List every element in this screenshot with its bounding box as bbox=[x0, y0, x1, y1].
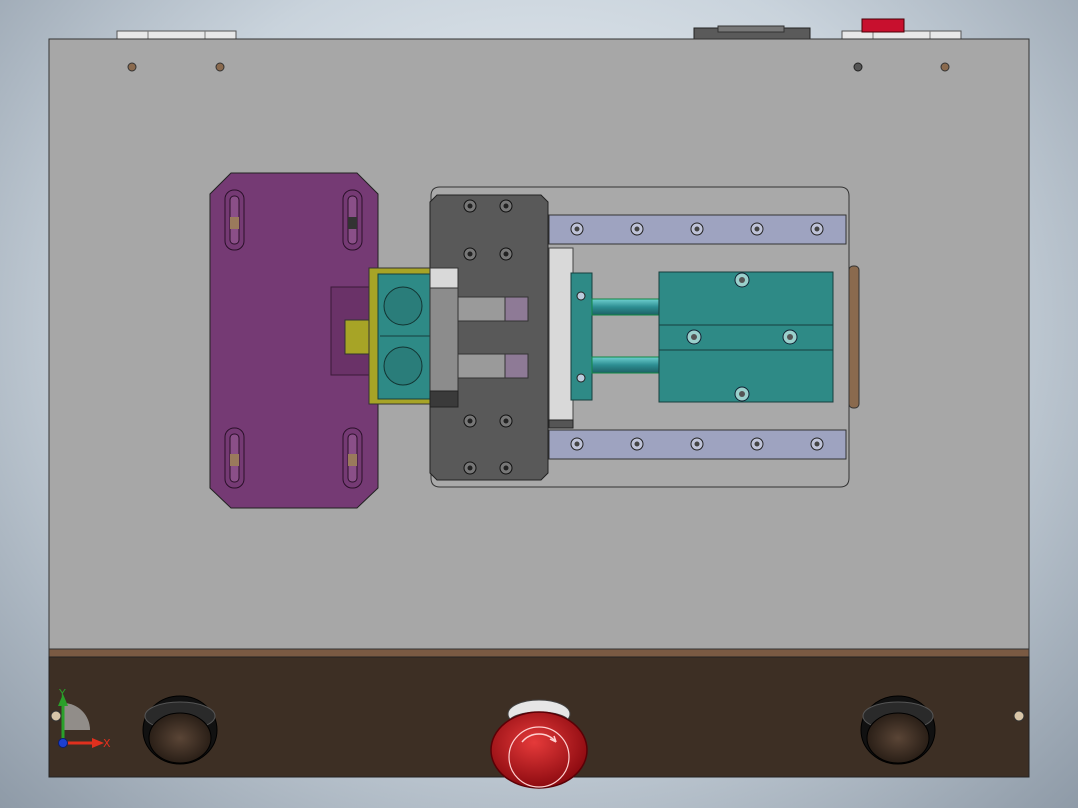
sensor-lens bbox=[383, 286, 423, 326]
y-axis-label: Y bbox=[58, 687, 66, 700]
hinge-left bbox=[116, 30, 237, 40]
piston-rod bbox=[591, 298, 661, 316]
indicator-lamp bbox=[861, 18, 905, 33]
top-fittings bbox=[116, 18, 962, 40]
cad-viewport[interactable]: Y X bbox=[0, 0, 1078, 808]
piston-rod bbox=[591, 356, 661, 374]
x-axis-label: X bbox=[103, 737, 111, 750]
front-panel-edge bbox=[48, 648, 1030, 658]
z-axis-dot bbox=[58, 738, 68, 748]
sensor-lens bbox=[383, 346, 423, 386]
pneumatic-cylinder bbox=[658, 271, 834, 403]
assembly-drawing: Y X bbox=[48, 18, 1030, 789]
guide-rail-top bbox=[548, 214, 847, 245]
sliding-carriage bbox=[429, 194, 549, 481]
end-stop bbox=[848, 265, 860, 409]
guide-rail-bottom bbox=[548, 429, 847, 460]
start-button-right[interactable] bbox=[860, 695, 936, 765]
start-button-left[interactable] bbox=[142, 695, 218, 765]
